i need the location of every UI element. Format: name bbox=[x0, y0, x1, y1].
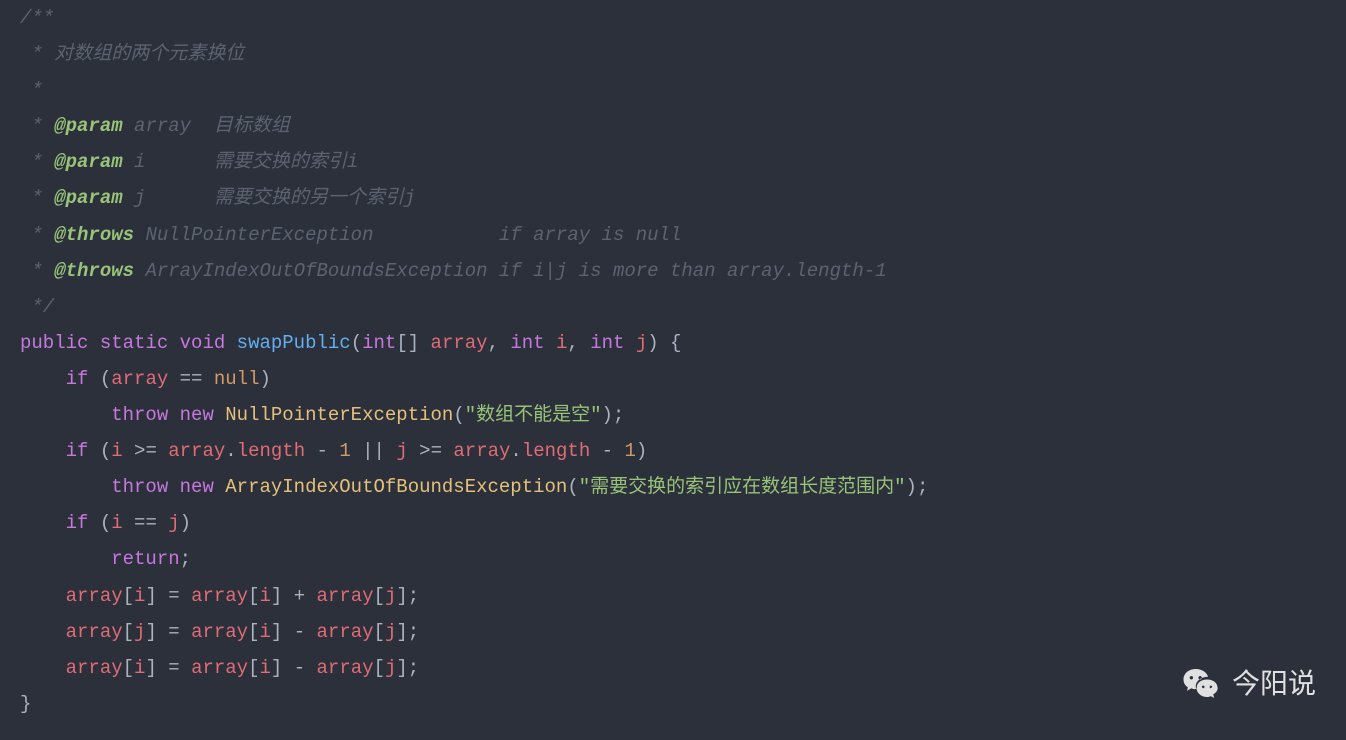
watermark: 今阳说 bbox=[1180, 657, 1316, 710]
param1-name: array bbox=[134, 115, 191, 137]
param-tag: @param bbox=[54, 151, 122, 173]
param1-desc: 目标数组 bbox=[214, 115, 290, 137]
throws2-type: ArrayIndexOutOfBoundsException bbox=[145, 260, 487, 282]
param3-name: j bbox=[134, 187, 145, 209]
watermark-text: 今阳说 bbox=[1232, 657, 1316, 710]
comment-close: */ bbox=[20, 296, 54, 318]
comment-open: /** bbox=[20, 7, 54, 29]
exception-npe: NullPointerException bbox=[225, 404, 453, 426]
param-tag: @param bbox=[54, 187, 122, 209]
string-npe: "数组不能是空" bbox=[465, 404, 602, 426]
code-block: /** * 对数组的两个元素换位 * * @param array 目标数组 *… bbox=[0, 0, 1346, 722]
string-aioobe: "需要交换的索引应在数组长度范围内" bbox=[579, 476, 906, 498]
kw-static: static bbox=[100, 332, 168, 354]
throws1-type: NullPointerException bbox=[145, 224, 373, 246]
param-tag: @param bbox=[54, 115, 122, 137]
wechat-icon bbox=[1180, 662, 1222, 704]
param2-name: i bbox=[134, 151, 145, 173]
throws2-desc: if i|j is more than array.length-1 bbox=[499, 260, 887, 282]
param2-desc: 需要交换的索引i bbox=[214, 151, 358, 173]
kw-void: void bbox=[180, 332, 226, 354]
throws1-desc: if array is null bbox=[499, 224, 681, 246]
method-name: swapPublic bbox=[237, 332, 351, 354]
comment-desc: 对数组的两个元素换位 bbox=[54, 43, 244, 65]
throws-tag: @throws bbox=[54, 260, 134, 282]
exception-aioobe: ArrayIndexOutOfBoundsException bbox=[225, 476, 567, 498]
kw-public: public bbox=[20, 332, 88, 354]
throws-tag: @throws bbox=[54, 224, 134, 246]
param3-desc: 需要交换的另一个索引j bbox=[214, 187, 415, 209]
